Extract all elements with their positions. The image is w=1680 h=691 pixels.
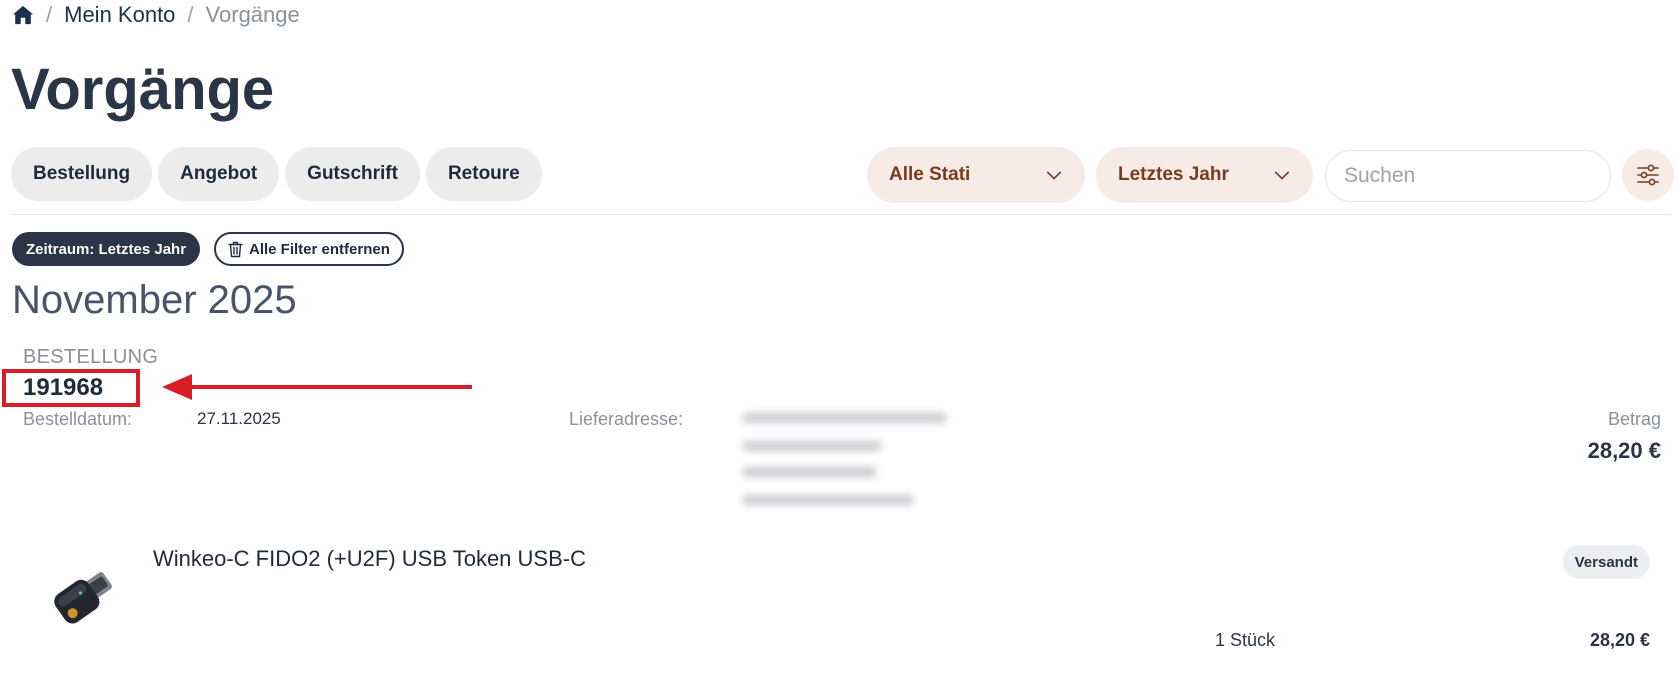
order-date-value: 27.11.2025 [197,409,281,428]
order-type-label: BESTELLUNG [23,346,159,368]
breadcrumb-separator: / [187,2,194,27]
breadcrumb-separator: / [46,2,53,27]
chevron-down-icon [1046,171,1062,180]
period-select-value: Letztes Jahr [1118,164,1229,185]
amount-label: Betrag [1607,409,1661,429]
clear-all-filters-button[interactable]: Alle Filter entfernen [214,232,404,266]
type-filter-group: Bestellung Angebot Gutschrift Retoure [11,147,542,201]
amount-value: 28,20 € [1587,438,1661,463]
breadcrumb: / Mein Konto / Vorgänge [12,2,300,28]
home-icon[interactable] [12,4,34,26]
product-name[interactable]: Winkeo-C FIDO2 (+U2F) USB Token USB-C [153,546,586,572]
breadcrumb-current: Vorgänge [205,2,300,27]
breadcrumb-link-account[interactable]: Mein Konto [64,2,175,28]
month-heading: November 2025 [12,278,297,322]
delivery-address-redacted [740,405,955,515]
type-filter-credit-note-button[interactable]: Gutschrift [285,147,420,201]
active-filter-period-chip[interactable]: Zeitraum: Letztes Jahr [12,232,201,266]
chevron-down-icon [1274,171,1290,180]
clear-all-filters-label: Alle Filter entfernen [249,240,390,258]
divider [11,214,1671,215]
delivery-address-label: Lieferadresse: [569,409,684,429]
type-filter-return-button[interactable]: Retoure [425,147,542,201]
status-select-value: Alle Stati [889,164,971,185]
product-price: 28,20 € [1589,630,1650,650]
order-number[interactable]: 191968 [23,374,103,402]
status-badge: Versandt [1562,545,1650,579]
type-filter-order-button[interactable]: Bestellung [11,147,153,201]
order-date-label: Bestelldatum: [23,409,133,429]
filter-settings-button[interactable] [1622,149,1674,201]
product-quantity: 1 Stück [1215,630,1276,650]
type-filter-quote-button[interactable]: Angebot [158,147,280,201]
product-image[interactable] [46,560,128,634]
period-select[interactable]: Letztes Jahr [1096,147,1313,203]
sliders-icon [1637,164,1659,186]
status-select[interactable]: Alle Stati [867,147,1085,203]
search-input[interactable] [1325,150,1611,202]
trash-icon [228,241,243,257]
annotation-arrow [162,374,472,400]
page-title: Vorgänge [11,57,275,122]
